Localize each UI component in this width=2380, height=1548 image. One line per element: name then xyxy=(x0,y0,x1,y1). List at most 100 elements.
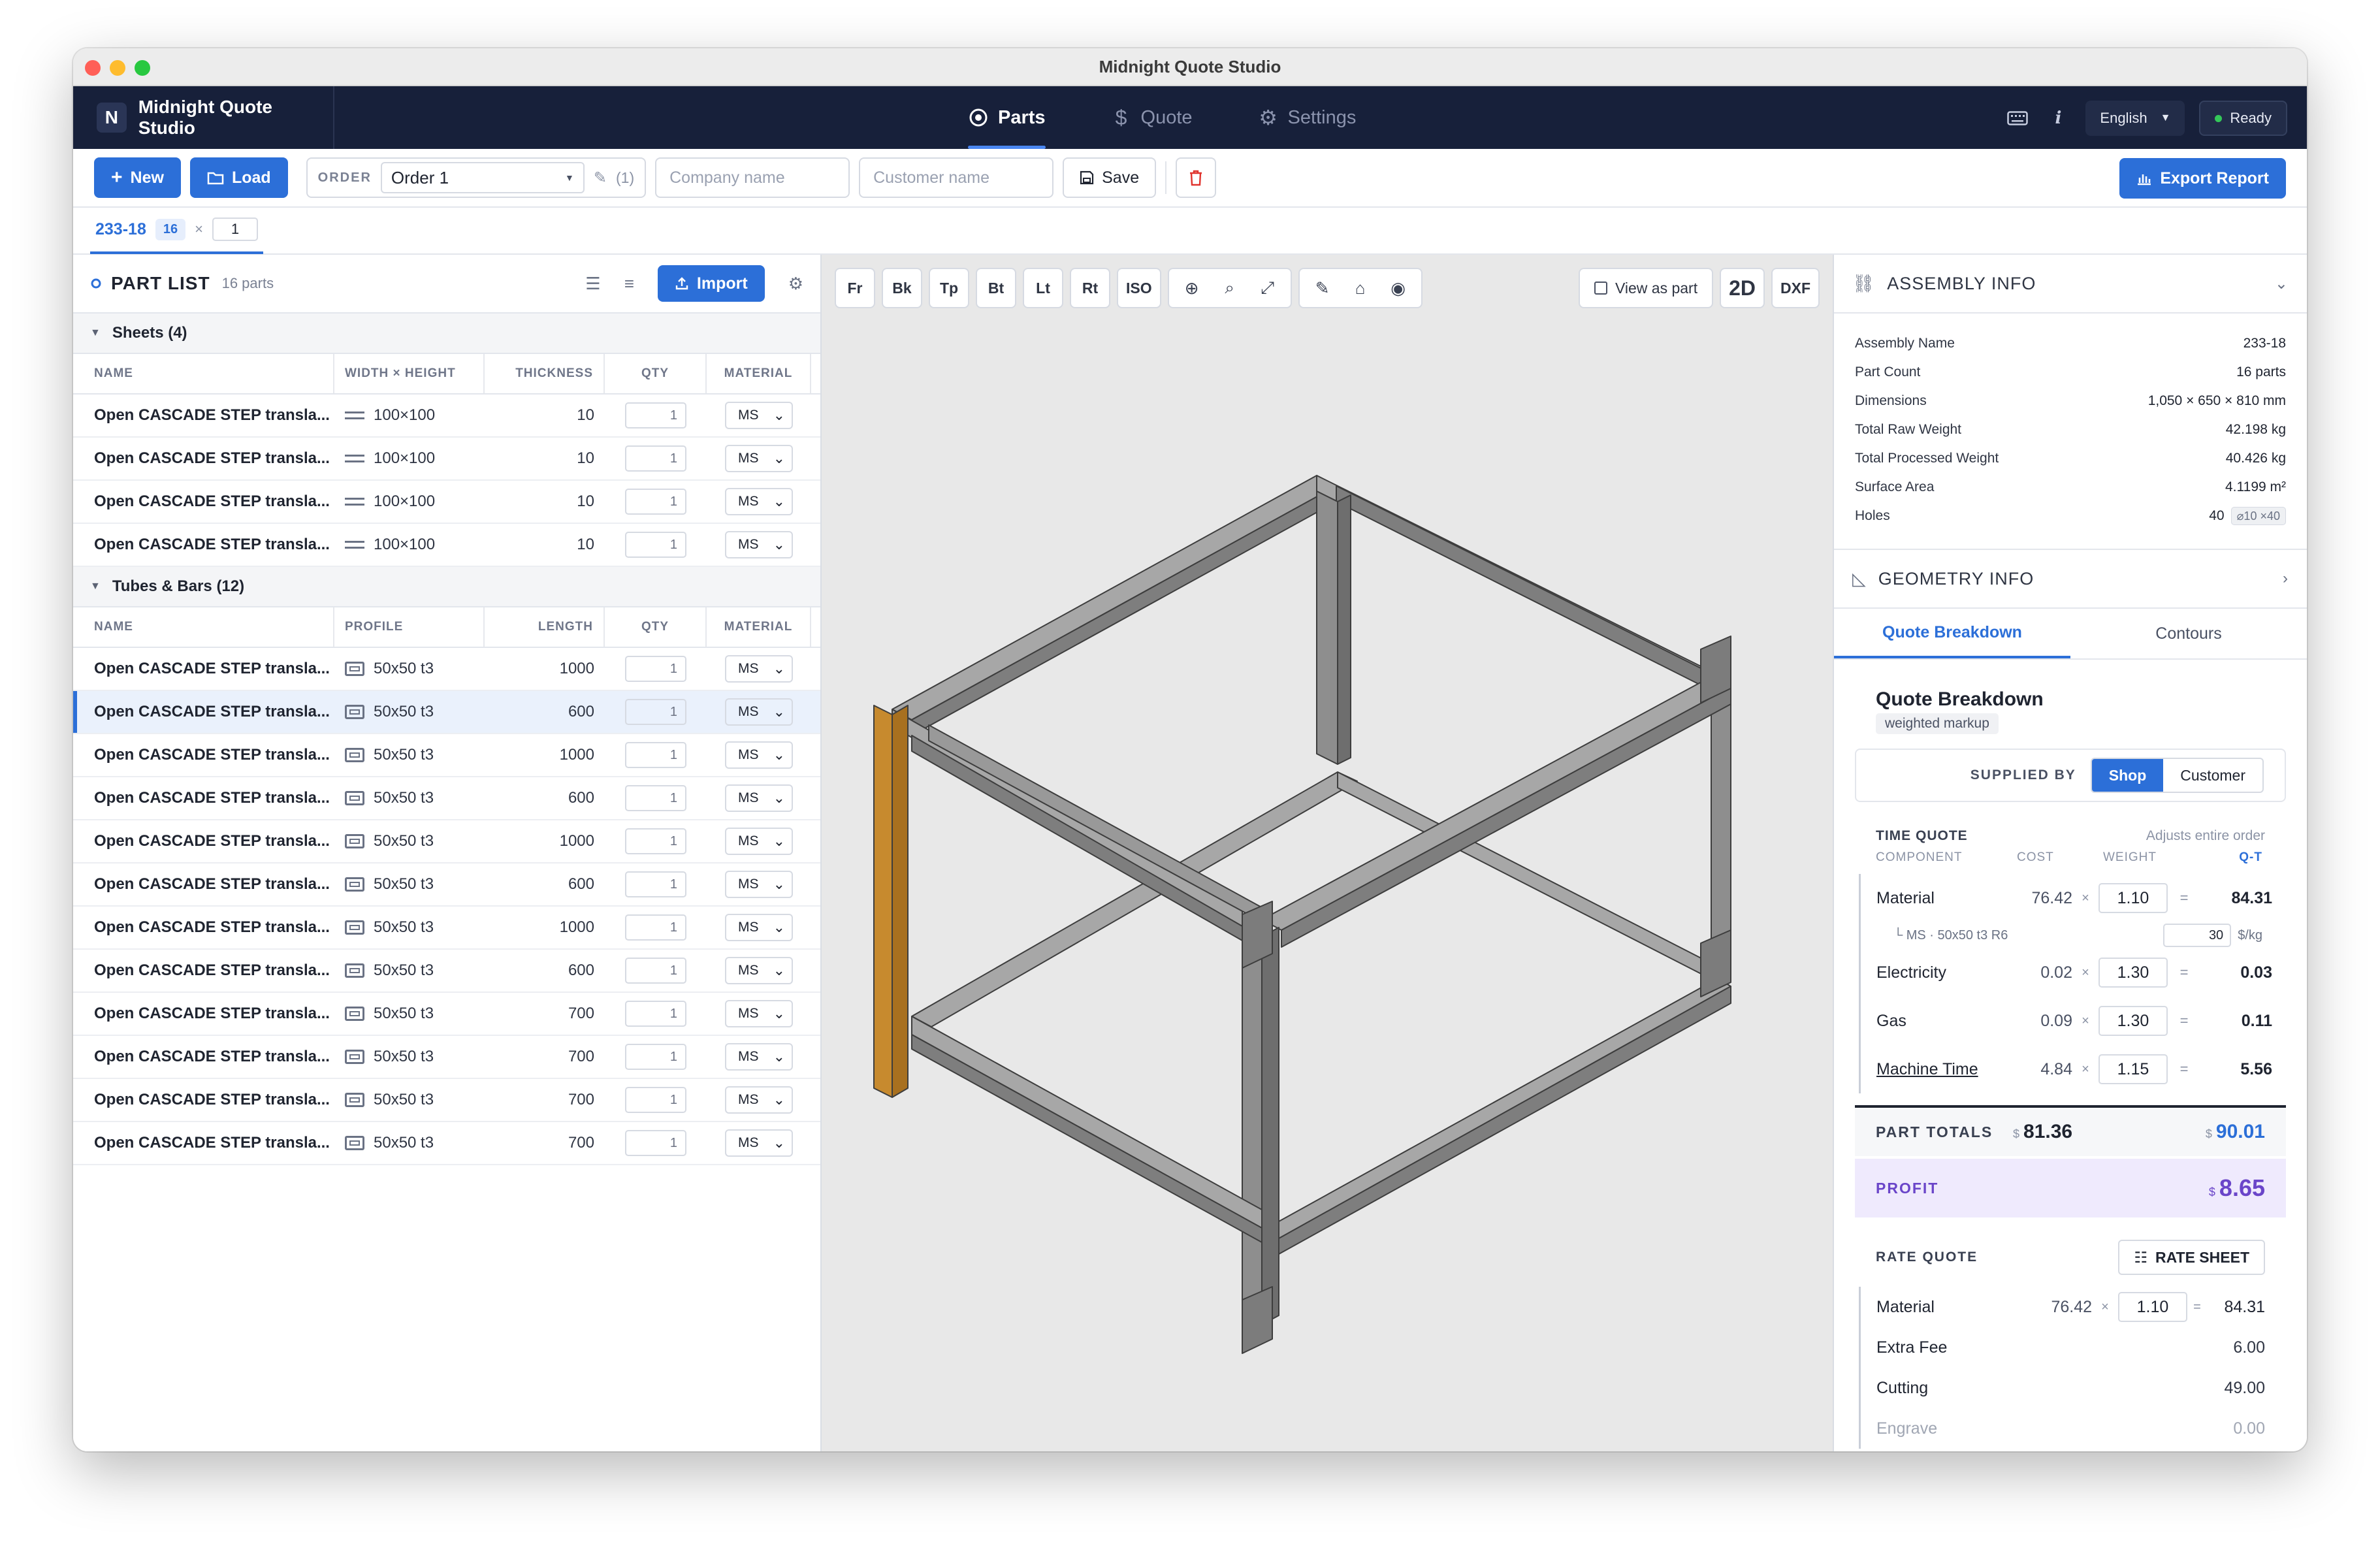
table-row[interactable]: Open CASCADE STEP transla... 50x50 t3 1000… xyxy=(73,907,820,950)
qty-input[interactable]: 1 xyxy=(625,489,686,515)
qty-input[interactable]: 1 xyxy=(625,532,686,558)
col-thickness[interactable]: THICKNESS xyxy=(485,354,605,393)
table-row[interactable]: Open CASCADE STEP transla... 100×100 10 1 MS… xyxy=(73,395,820,438)
gear-icon[interactable]: ⚙ xyxy=(788,274,803,294)
weight-input[interactable]: 1.10 xyxy=(2099,883,2168,913)
table-row[interactable]: Open CASCADE STEP transla... 50x50 t3 600 1… xyxy=(73,691,820,734)
language-select[interactable]: English ▼ xyxy=(2085,101,2185,136)
qty-input[interactable]: 1 xyxy=(625,785,686,811)
geometry-info-header[interactable]: ◺ GEOMETRY INFO › xyxy=(1834,550,2307,609)
material-select[interactable]: MS ⌄ xyxy=(725,914,793,941)
table-row[interactable]: Open CASCADE STEP transla... 50x50 t3 700 1… xyxy=(73,1036,820,1079)
sheets-section[interactable]: ▼ Sheets (4) xyxy=(73,314,820,354)
table-row[interactable]: Open CASCADE STEP transla... 50x50 t3 1000… xyxy=(73,820,820,863)
assembly-info-header[interactable]: ⛓ ASSEMBLY INFO ⌄ xyxy=(1834,255,2307,314)
tubes-section[interactable]: ▼ Tubes & Bars (12) xyxy=(73,567,820,607)
material-select[interactable]: MS ⌄ xyxy=(725,871,793,898)
zoom-window-button[interactable] xyxy=(135,60,150,76)
tag-icon[interactable]: ⌂ xyxy=(1344,278,1377,298)
qty-input[interactable]: 1 xyxy=(625,1044,686,1070)
col-name[interactable]: NAME xyxy=(73,354,334,393)
info-icon[interactable]: i xyxy=(2045,105,2071,131)
table-row[interactable]: Open CASCADE STEP transla... 50x50 t3 700 1… xyxy=(73,1122,820,1165)
import-button[interactable]: Import xyxy=(657,265,765,302)
close-window-button[interactable] xyxy=(85,60,101,76)
material-select[interactable]: MS ⌄ xyxy=(725,698,793,726)
tab-parts[interactable]: Parts xyxy=(948,86,1065,149)
qty-input[interactable]: 1 xyxy=(625,445,686,472)
material-select[interactable]: MS ⌄ xyxy=(725,655,793,683)
col-profile[interactable]: PROFILE xyxy=(334,607,485,647)
view-bottom-button[interactable]: Bt xyxy=(976,268,1016,308)
table-row[interactable]: Open CASCADE STEP transla... 100×100 10 1 MS… xyxy=(73,524,820,567)
save-button[interactable]: Save xyxy=(1063,157,1157,198)
material-select[interactable]: MS ⌄ xyxy=(725,957,793,984)
qty-input[interactable]: 1 xyxy=(625,871,686,897)
material-rate-input[interactable]: 30 xyxy=(2163,924,2232,947)
view-left-button[interactable]: Lt xyxy=(1023,268,1063,308)
eye-icon[interactable]: ◉ xyxy=(1382,278,1415,298)
pencil-icon[interactable]: ✎ xyxy=(594,169,607,187)
table-row[interactable]: Open CASCADE STEP transla... 50x50 t3 600 1… xyxy=(73,863,820,907)
new-button[interactable]: + New xyxy=(94,157,181,198)
table-row[interactable]: Open CASCADE STEP transla... 50x50 t3 1000… xyxy=(73,648,820,691)
qty-input[interactable]: 1 xyxy=(625,1130,686,1156)
tab-contours[interactable]: Contours xyxy=(2070,609,2307,658)
material-select[interactable]: MS ⌄ xyxy=(725,828,793,855)
list-view-icon[interactable]: ☰ xyxy=(585,274,600,294)
assembly-tab[interactable]: 233-18 16 × 1 xyxy=(90,207,263,254)
rate-sheet-button[interactable]: ☷ RATE SHEET xyxy=(2118,1240,2265,1275)
col-dim[interactable]: WIDTH × HEIGHT xyxy=(334,354,485,393)
material-select[interactable]: MS ⌄ xyxy=(725,1000,793,1027)
weight-input[interactable]: 1.30 xyxy=(2099,958,2168,988)
qty-input[interactable]: 1 xyxy=(625,914,686,941)
col-length[interactable]: LENGTH xyxy=(485,607,605,647)
measure-icon[interactable]: ✎ xyxy=(1306,278,1339,298)
material-select[interactable]: MS ⌄ xyxy=(725,402,793,429)
sort-icon[interactable]: ≡ xyxy=(624,274,634,294)
crosshair-icon[interactable]: ⊕ xyxy=(1176,278,1208,298)
material-select[interactable]: MS ⌄ xyxy=(725,784,793,812)
minimize-window-button[interactable] xyxy=(110,60,125,76)
assembly-qty-input[interactable]: 1 xyxy=(212,218,258,241)
view-top-button[interactable]: Tp xyxy=(929,268,969,308)
col-material[interactable]: MATERIAL xyxy=(707,607,811,647)
view-front-button[interactable]: Fr xyxy=(835,268,875,308)
rate-material-weight-input[interactable]: 1.10 xyxy=(2118,1292,2187,1322)
col-material[interactable]: MATERIAL xyxy=(707,354,811,393)
material-select[interactable]: MS ⌄ xyxy=(725,1129,793,1157)
tab-quote-breakdown[interactable]: Quote Breakdown xyxy=(1834,609,2070,658)
supplied-shop-option[interactable]: Shop xyxy=(2091,759,2164,792)
qty-input[interactable]: 1 xyxy=(625,828,686,854)
customer-name-input[interactable]: Customer name xyxy=(859,157,1054,198)
material-select[interactable]: MS ⌄ xyxy=(725,531,793,558)
tab-quote[interactable]: $ Quote xyxy=(1091,86,1212,149)
col-qty[interactable]: QTY xyxy=(605,607,707,647)
keyboard-icon[interactable] xyxy=(2004,105,2031,131)
qty-input[interactable]: 1 xyxy=(625,1087,686,1113)
supplied-customer-option[interactable]: Customer xyxy=(2163,759,2262,792)
material-select[interactable]: MS ⌄ xyxy=(725,1086,793,1114)
view-as-part-toggle[interactable]: View as part xyxy=(1578,268,1714,308)
table-row[interactable]: Open CASCADE STEP transla... 50x50 t3 700 1… xyxy=(73,993,820,1036)
material-select[interactable]: MS ⌄ xyxy=(725,488,793,515)
weight-input[interactable]: 1.15 xyxy=(2099,1054,2168,1084)
col-qty[interactable]: QTY xyxy=(605,354,707,393)
weight-input[interactable]: 1.30 xyxy=(2099,1006,2168,1036)
qty-input[interactable]: 1 xyxy=(625,699,686,725)
material-select[interactable]: MS ⌄ xyxy=(725,1043,793,1071)
delete-button[interactable] xyxy=(1176,157,1217,198)
material-select[interactable]: MS ⌄ xyxy=(725,445,793,472)
qty-input[interactable]: 1 xyxy=(625,1001,686,1027)
qty-input[interactable]: 1 xyxy=(625,742,686,768)
qty-input[interactable]: 1 xyxy=(625,402,686,428)
qty-input[interactable]: 1 xyxy=(625,958,686,984)
table-row[interactable]: Open CASCADE STEP transla... 50x50 t3 600 1… xyxy=(73,777,820,820)
export-report-button[interactable]: Export Report xyxy=(2119,158,2286,199)
table-row[interactable]: Open CASCADE STEP transla... 50x50 t3 700 1… xyxy=(73,1079,820,1122)
frame-model[interactable] xyxy=(822,255,1833,1451)
table-row[interactable]: Open CASCADE STEP transla... 50x50 t3 600 1… xyxy=(73,950,820,993)
3d-viewport[interactable]: Fr Bk Tp Bt Lt Rt ISO ⊕ ⌕ ⤢ ✎ ⌂ ◉ View a… xyxy=(822,255,1833,1451)
view-iso-button[interactable]: ISO xyxy=(1117,268,1161,308)
table-row[interactable]: Open CASCADE STEP transla... 100×100 10 1 MS… xyxy=(73,481,820,524)
